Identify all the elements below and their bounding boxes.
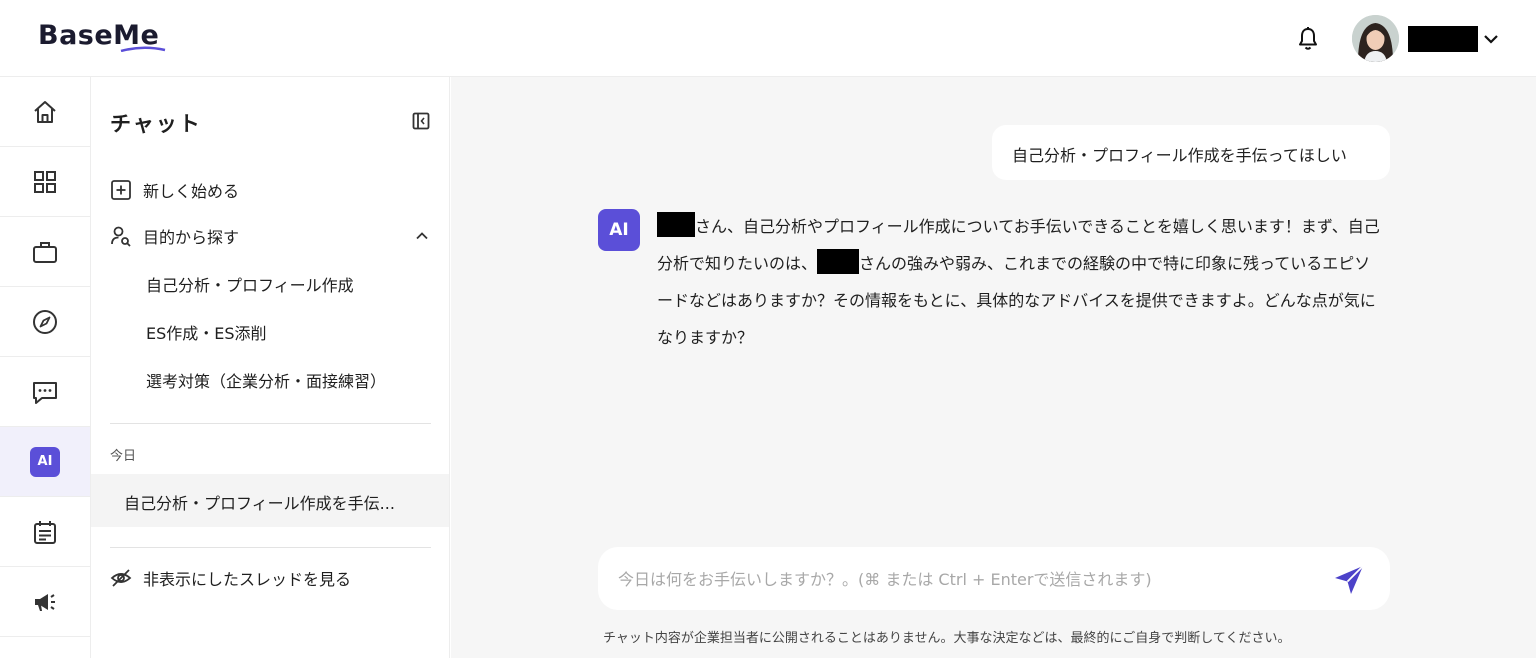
chevron-up-icon[interactable] — [414, 228, 430, 244]
purpose-item-self-analysis[interactable]: 自己分析・プロフィール作成 — [146, 272, 354, 296]
thread-item[interactable]: 自己分析・プロフィール作成を手伝... — [91, 474, 449, 527]
eye-off-icon — [110, 569, 132, 587]
megaphone-icon — [35, 593, 55, 611]
send-icon[interactable] — [1332, 563, 1366, 597]
nav-messages[interactable] — [0, 357, 90, 427]
sidebar-title: チャット — [110, 112, 202, 136]
hidden-threads-link[interactable]: 非表示にしたスレッドを見る — [110, 566, 351, 590]
chat-main: 自己分析・プロフィール作成を手伝ってほしい AI さん、自己分析やプロフィール作… — [451, 77, 1536, 658]
purpose-item-es[interactable]: ES作成・ES添削 — [146, 320, 267, 344]
chat-icon — [33, 381, 57, 404]
nav-ai-chat[interactable]: AI — [0, 427, 90, 497]
nav-calendar[interactable] — [0, 497, 90, 567]
avatar[interactable] — [1352, 15, 1399, 62]
grid-icon — [34, 170, 56, 193]
nav-dashboard[interactable] — [0, 147, 90, 217]
user-message-bubble: 自己分析・プロフィール作成を手伝ってほしい — [992, 125, 1390, 180]
purpose-menu-label: 目的から探す — [143, 228, 240, 247]
new-chat-label: 新しく始める — [143, 182, 240, 201]
chat-sidebar: チャット 新しく始める 目的から探す 自己分析・プロフィール作成 ES作成・ES… — [91, 77, 450, 658]
ai-avatar-icon: AI — [598, 209, 640, 251]
briefcase-icon — [33, 241, 57, 263]
plus-square-icon — [111, 180, 131, 200]
bell-icon[interactable] — [1296, 26, 1320, 52]
ai-message: さん、自己分析やプロフィール作成についてお手伝いできることを嬉しく思います！まず… — [657, 208, 1385, 356]
purpose-item-selection[interactable]: 選考対策（企業分析・面接練習） — [146, 368, 386, 392]
chat-input[interactable] — [618, 565, 1318, 593]
nav-announcements[interactable] — [0, 567, 90, 637]
top-bar: BaseMe — [0, 0, 1536, 77]
user-search-icon — [111, 226, 131, 247]
nav-explore[interactable] — [0, 287, 90, 357]
nav-home[interactable] — [0, 77, 90, 147]
redacted-name — [817, 249, 860, 274]
redacted-name — [657, 212, 695, 237]
calendar-icon — [34, 520, 56, 544]
username-redacted[interactable] — [1408, 26, 1478, 52]
home-icon — [34, 100, 56, 123]
collapse-sidebar-icon[interactable] — [412, 112, 430, 130]
ai-icon: AI — [30, 446, 60, 477]
purpose-menu-toggle[interactable]: 目的から探す — [110, 224, 239, 248]
logo-swoosh-icon — [120, 46, 166, 52]
compass-icon — [33, 309, 57, 334]
divider — [110, 423, 431, 424]
hidden-threads-label: 非表示にしたスレッドを見る — [143, 570, 352, 589]
disclaimer: チャット内容が企業担当者に公開されることはありません。大事な決定などは、最終的に… — [603, 631, 1291, 646]
nav-jobs[interactable] — [0, 217, 90, 287]
divider — [110, 547, 431, 548]
chevron-down-icon[interactable] — [1482, 30, 1500, 48]
new-chat-button[interactable]: 新しく始める — [110, 178, 239, 202]
chat-input-box — [598, 547, 1390, 610]
nav-rail: AI — [0, 77, 91, 658]
today-label: 今日 — [110, 449, 137, 464]
